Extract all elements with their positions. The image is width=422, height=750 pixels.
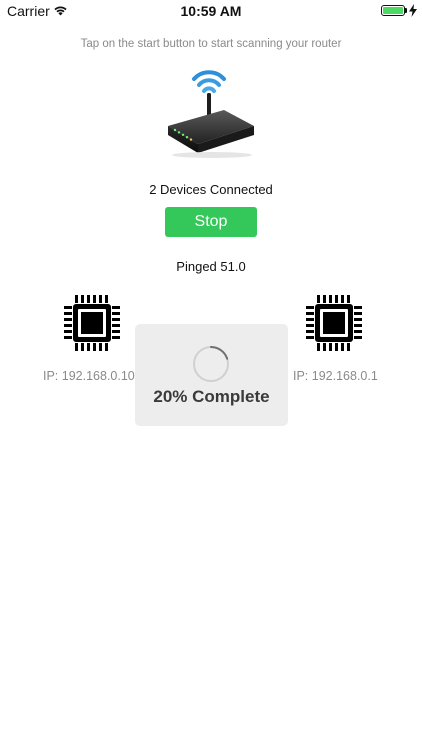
battery-level <box>383 7 403 14</box>
pinged-status: Pinged 51.0 <box>176 259 246 274</box>
battery-icon <box>381 5 405 16</box>
chip-icon <box>64 295 120 351</box>
stop-button[interactable]: Stop <box>165 207 257 237</box>
progress-hud: 20% Complete <box>135 324 288 426</box>
wifi-router-icon <box>168 70 254 158</box>
devices-connected-count: 2 Devices Connected <box>149 182 273 197</box>
device-ip-label: IP: 192.168.0.1 <box>293 369 378 383</box>
chip-icon <box>306 295 362 351</box>
loading-spinner-icon <box>193 346 229 382</box>
status-bar: Carrier 10:59 AM <box>0 0 422 22</box>
progress-percent-label: 20% Complete <box>153 387 270 406</box>
device-ip-label: IP: 192.168.0.109 <box>43 369 135 383</box>
instruction-text: Tap on the start button to start scannin… <box>80 38 342 50</box>
scanner-screen: Carrier 10:59 AM Tap on the start button… <box>0 0 422 750</box>
battery-cap <box>405 8 407 13</box>
charging-bolt-icon <box>409 4 417 17</box>
clock: 10:59 AM <box>180 3 242 19</box>
